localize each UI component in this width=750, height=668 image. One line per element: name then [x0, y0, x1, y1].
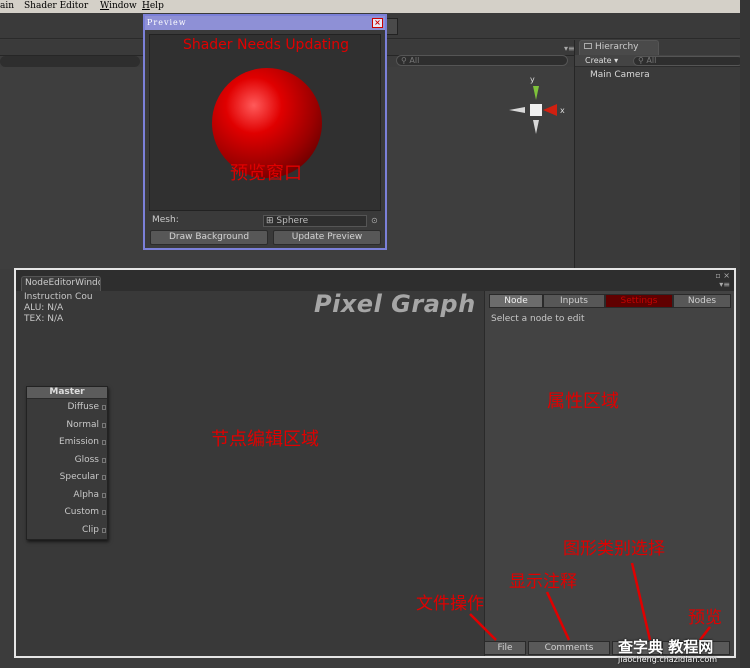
mesh-icon: ⊞ — [266, 216, 274, 226]
watermark-sub: jiaocheng.chazidian.com — [618, 655, 718, 664]
comments-button[interactable]: Comments — [528, 641, 610, 655]
scene-search-input[interactable]: ⚲ All — [396, 55, 568, 66]
master-node[interactable]: Master Diffuse Normal Emission Gloss Spe… — [26, 386, 108, 540]
watermark: 查字典 教程网 jiaocheng.chazidian.com — [618, 636, 740, 666]
properties-panel: Node Inputs Settings Nodes Select a node… — [484, 291, 734, 656]
port-icon[interactable] — [102, 510, 106, 515]
shader-stats: Instruction Cou ALU: N/A TEX: N/A — [24, 292, 102, 325]
port-icon[interactable] — [102, 475, 106, 480]
hierarchy-search-input[interactable]: ⚲ All — [633, 56, 743, 66]
tab-settings[interactable]: Settings — [605, 294, 673, 308]
instruction-count: Instruction Cou — [24, 292, 93, 302]
port-icon[interactable] — [102, 440, 106, 445]
window-controls-icon[interactable]: ▫ × — [715, 271, 730, 280]
master-input-custom[interactable]: Custom — [27, 504, 107, 522]
gizmo-y-label: y — [530, 75, 535, 84]
watermark-main: 查字典 教程网 — [618, 638, 714, 656]
mesh-picker-icon[interactable]: ⊙ — [371, 216, 378, 225]
master-input-normal[interactable]: Normal — [27, 417, 107, 435]
tab-node[interactable]: Node — [489, 294, 543, 308]
tab-inputs[interactable]: Inputs — [543, 294, 605, 308]
master-input-emission[interactable]: Emission — [27, 434, 107, 452]
master-input-clip[interactable]: Clip — [27, 522, 107, 540]
mesh-label: Mesh: — [152, 215, 179, 225]
menu-bar: ain Shader Editor Window Help — [0, 0, 750, 13]
hierarchy-item-main-camera[interactable]: Main Camera — [590, 70, 650, 80]
menu-item-help[interactable]: Help — [142, 0, 164, 12]
hierarchy-icon — [584, 43, 592, 49]
annotation-file-ops: 文件操作 — [416, 594, 484, 614]
node-canvas-caption: 节点编辑区域 — [211, 429, 319, 450]
menu-item-shader-editor[interactable]: Shader Editor — [24, 0, 88, 12]
gizmo-center[interactable] — [530, 104, 542, 116]
node-editor-tab[interactable]: NodeEditorWindow — [21, 276, 101, 291]
y-axis-cone[interactable] — [533, 86, 539, 100]
annotation-preview: 预览 — [688, 608, 722, 628]
master-input-alpha[interactable]: Alpha — [27, 487, 107, 505]
right-edge-panel — [740, 0, 750, 668]
graph-title: Pixel Graph — [314, 290, 476, 318]
panel-caption: 属性区域 — [547, 391, 619, 412]
mesh-field[interactable]: ⊞ Sphere — [263, 215, 367, 227]
neg-y-cone[interactable] — [533, 120, 539, 134]
master-node-title[interactable]: Master — [27, 387, 107, 399]
file-button[interactable]: File — [484, 641, 526, 655]
update-preview-button[interactable]: Update Preview — [273, 230, 381, 245]
preview-status-text: Shader Needs Updating — [182, 37, 350, 53]
master-input-diffuse[interactable]: Diffuse — [27, 399, 107, 417]
draw-background-button[interactable]: Draw Background — [150, 230, 268, 245]
close-icon[interactable]: × — [372, 18, 383, 28]
port-icon[interactable] — [102, 527, 106, 533]
preview-caption: 预览窗口 — [230, 163, 302, 184]
alu-count: ALU: N/A — [24, 303, 64, 313]
menu-item-main[interactable]: ain — [0, 0, 14, 12]
preview-window: Preview × Shader Needs Updating 预览窗口 Mes… — [143, 14, 387, 250]
node-editor-window: NodeEditorWindow ▫ × ▾≡ Instruction Cou … — [14, 268, 736, 658]
master-input-gloss[interactable]: Gloss — [27, 452, 107, 470]
hierarchy-panel: Hierarchy ▾≡ Create ▾ ⚲ All Main Camera — [574, 40, 750, 269]
menu-item-window[interactable]: Window — [100, 0, 137, 12]
node-editor-tab-row — [16, 270, 734, 291]
port-icon[interactable] — [102, 492, 106, 498]
annotation-graph-type: 图形类别选择 — [563, 539, 665, 559]
preview-viewport[interactable]: Shader Needs Updating 预览窗口 — [149, 34, 381, 211]
x-axis-cone[interactable] — [543, 104, 557, 116]
project-search[interactable] — [0, 56, 140, 67]
tex-count: TEX: N/A — [24, 314, 64, 324]
port-icon[interactable] — [102, 405, 106, 410]
hierarchy-create-dropdown[interactable]: Create ▾ — [585, 56, 618, 66]
port-icon[interactable] — [102, 457, 106, 463]
panel-hint: Select a node to edit — [491, 314, 585, 324]
preview-title[interactable]: Preview — [145, 16, 385, 30]
gizmo-x-label: x — [560, 106, 565, 115]
annotation-show-comments: 显示注释 — [509, 572, 577, 592]
tab-nodes[interactable]: Nodes — [673, 294, 731, 308]
master-input-specular[interactable]: Specular — [27, 469, 107, 487]
port-icon[interactable] — [102, 422, 106, 428]
neg-x-cone[interactable] — [509, 107, 525, 113]
panel-menu-icon[interactable]: ▾≡ — [564, 44, 575, 53]
hierarchy-tab[interactable]: Hierarchy — [579, 40, 659, 55]
node-editor-menu-icon[interactable]: ▾≡ — [719, 280, 730, 289]
scene-gizmo[interactable]: y x — [505, 74, 570, 138]
